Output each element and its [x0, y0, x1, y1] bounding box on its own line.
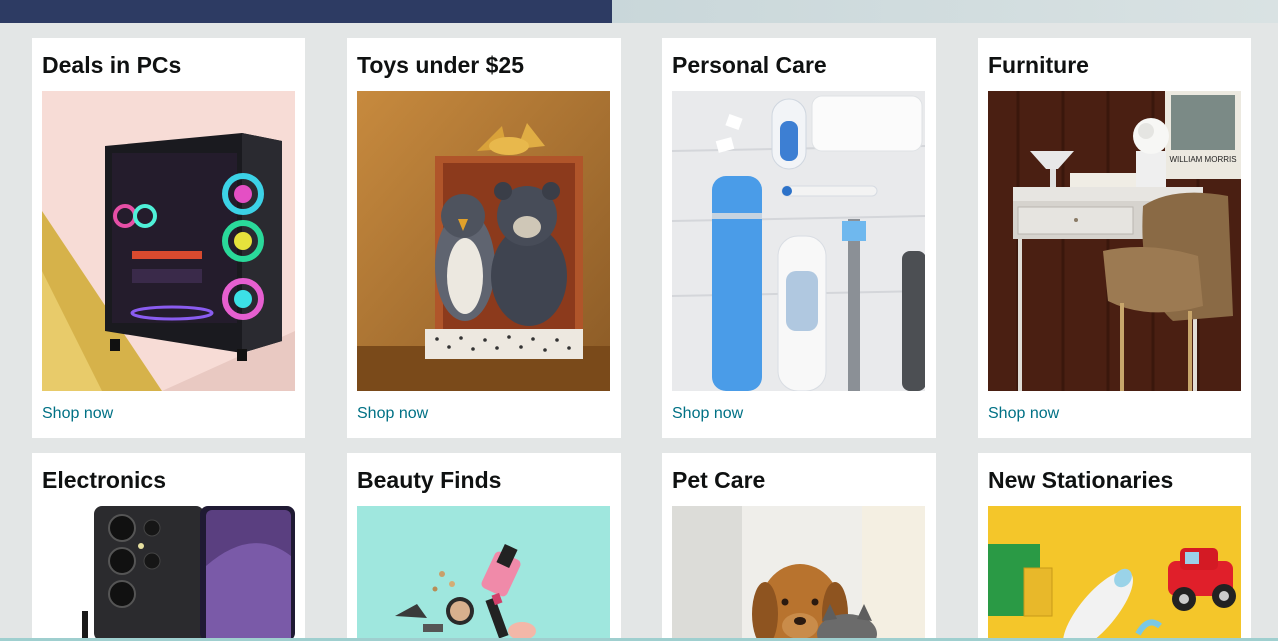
top-banner-light-strip [612, 0, 1278, 23]
card-deals-in-pcs: Deals in PCs Shop now [32, 38, 305, 438]
card-title: Pet Care [672, 467, 766, 493]
card-electronics: Electronics [32, 453, 305, 641]
card-personal-care: Personal Care Shop now [662, 38, 936, 438]
cosmetics-image[interactable] [357, 506, 610, 641]
card-title: Beauty Finds [357, 467, 502, 493]
shop-now-link[interactable]: Shop now [357, 405, 428, 423]
card-title: Deals in PCs [42, 52, 182, 78]
card-beauty-finds: Beauty Finds [347, 453, 621, 641]
shop-now-link[interactable]: Shop now [42, 405, 113, 423]
plush-toys-gift-box-image[interactable] [357, 91, 610, 391]
card-toys-under-25: Toys under $25 Shop now [347, 38, 621, 438]
toy-stationery-image[interactable] [988, 506, 1241, 641]
card-pet-care: Pet Care [662, 453, 936, 641]
top-banner-navy-strip [0, 0, 612, 23]
card-furniture: Furniture WILLIAM MORRIS Shop now [978, 38, 1251, 438]
shop-now-link[interactable]: Shop now [988, 405, 1059, 423]
card-title: Toys under $25 [357, 52, 525, 78]
card-title: New Stationaries [988, 467, 1174, 493]
shop-now-link[interactable]: Shop now [672, 405, 743, 423]
personal-care-products-image[interactable] [672, 91, 925, 391]
pc-case-image[interactable] [42, 91, 295, 391]
dog-and-cat-image[interactable] [672, 506, 925, 641]
smartphone-image[interactable] [42, 506, 295, 641]
desk-and-chair-image[interactable]: WILLIAM MORRIS [988, 91, 1241, 391]
poster-text: WILLIAM MORRIS [1169, 155, 1236, 164]
card-new-stationaries: New Stationaries [978, 453, 1251, 641]
card-title: Furniture [988, 52, 1089, 78]
card-title: Electronics [42, 467, 166, 493]
top-banner [0, 0, 1278, 23]
card-title: Personal Care [672, 52, 827, 78]
